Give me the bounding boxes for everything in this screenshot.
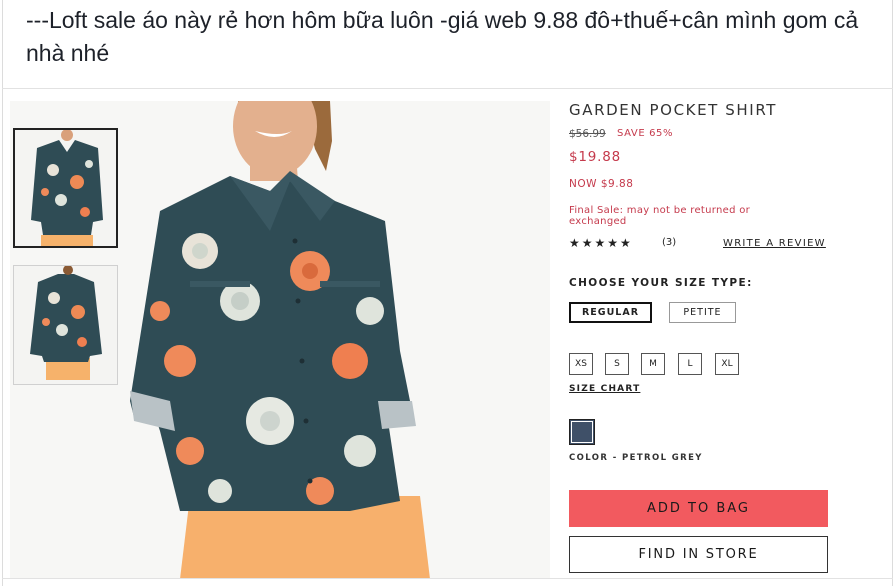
rating-stars-icon: ★★★★★ <box>569 236 633 250</box>
size-m-button[interactable]: M <box>641 353 665 375</box>
save-badge: SAVE 65% <box>617 128 674 139</box>
final-sale-notice: Final Sale: may not be returned or excha… <box>569 205 751 227</box>
product-main-image[interactable] <box>120 101 550 579</box>
product-title: GARDEN POCKET SHIRT <box>569 101 778 119</box>
size-type-petite-button[interactable]: PETITE <box>669 302 736 323</box>
color-label: COLOR - PETROL GREY <box>569 453 703 463</box>
sale-price: $19.88 <box>569 149 622 165</box>
frame-bottom-border <box>2 578 893 579</box>
caption-divider <box>2 88 893 89</box>
size-type-label: CHOOSE YOUR SIZE TYPE: <box>569 277 753 289</box>
size-chart-link[interactable]: SIZE CHART <box>569 384 640 394</box>
size-xl-button[interactable]: XL <box>715 353 739 375</box>
write-review-link[interactable]: WRITE A REVIEW <box>723 238 826 249</box>
review-count: (3) <box>662 237 677 248</box>
shirt-model-photo <box>120 101 550 579</box>
add-to-bag-button[interactable]: ADD TO BAG <box>569 490 828 527</box>
size-l-button[interactable]: L <box>678 353 702 375</box>
size-xs-button[interactable]: XS <box>569 353 593 375</box>
now-price: NOW $9.88 <box>569 178 634 190</box>
shirt-back-thumb-image <box>14 266 117 384</box>
thumbnail-front[interactable] <box>13 128 118 248</box>
size-s-button[interactable]: S <box>605 353 629 375</box>
post-caption: ---Loft sale áo này rẻ hơn hôm bữa luôn … <box>26 7 859 66</box>
thumbnail-back[interactable] <box>13 265 118 385</box>
size-type-regular-button[interactable]: REGULAR <box>569 302 652 323</box>
find-in-store-button[interactable]: FIND IN STORE <box>569 536 828 573</box>
original-price: $56.99 <box>569 128 606 140</box>
color-swatch-petrol-grey[interactable] <box>569 419 595 445</box>
shirt-front-thumb-image <box>15 130 116 246</box>
